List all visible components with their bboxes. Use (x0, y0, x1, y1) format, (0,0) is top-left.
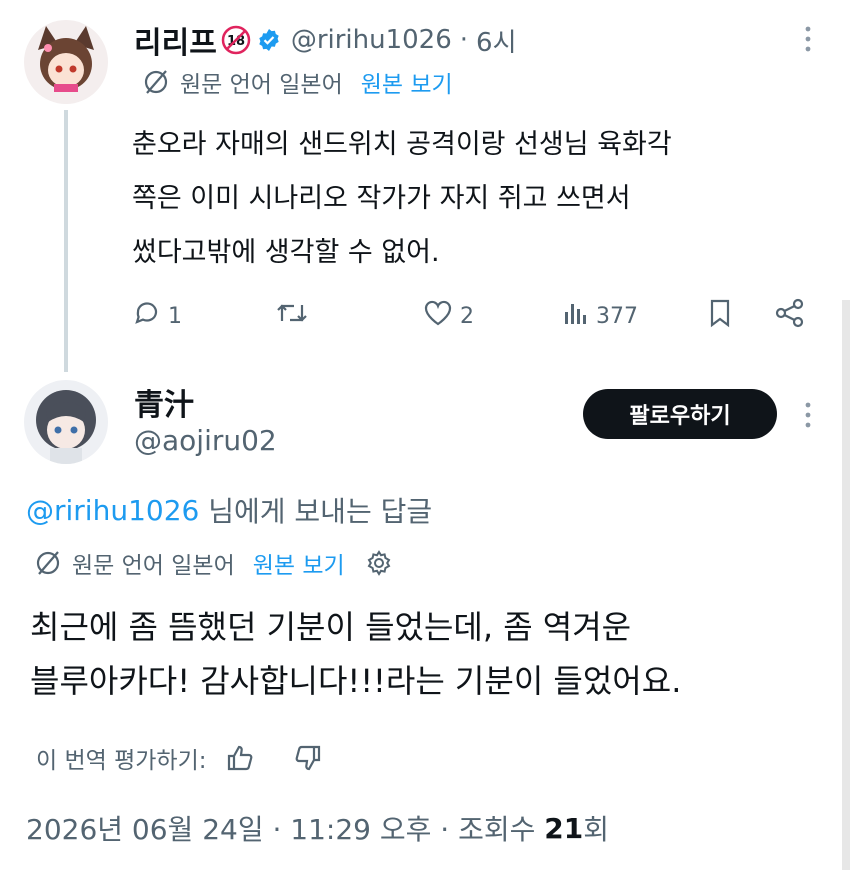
age-restriction-icon: 18 (221, 25, 251, 55)
bookmark-button[interactable] (706, 298, 734, 334)
thread-line (64, 110, 68, 372)
share-button[interactable] (774, 298, 806, 334)
tweet-text-line: 쪽은 이미 시나리오 작가가 자지 쥐고 쓰면서 (132, 183, 631, 214)
display-name[interactable]: 青汁 (134, 380, 194, 424)
tweet-text-line: 블루아카다! 감사합니다!!!라는 기분이 들었어요. (30, 662, 682, 700)
like-count: 2 (460, 303, 474, 329)
more-icon[interactable] (800, 22, 816, 56)
reply-to-suffix: 님에게 보내는 답글 (199, 495, 433, 528)
views-icon (562, 298, 590, 334)
rate-translation-label: 이 번역 평가하기: (36, 748, 207, 774)
tweet2-body: 최근에 좀 뜸했던 기분이 들었는데, 좀 역겨운 블루아카다! 감사합니다!!… (30, 600, 681, 708)
display-name[interactable]: 리리프 (134, 18, 217, 62)
like-button[interactable]: 2 (422, 298, 474, 334)
translation-note: 원문 언어 일본어 (72, 553, 235, 579)
settings-icon[interactable] (365, 549, 393, 577)
reply-context: @ririhu1026 님에게 보내는 답글 (26, 490, 432, 530)
timestamp[interactable]: 2026년 06월 24일 · 11:29 오후 · 조회수 (26, 808, 544, 848)
scrollbar[interactable] (842, 300, 850, 870)
tweet-text-line: 춘오라 자매의 샌드위치 공격이랑 선생님 육화각 (132, 129, 672, 160)
tweet1-header: 리리프 18 @ririhu1026 · 6시 (134, 18, 517, 62)
handle[interactable]: @ririhu1026 (291, 25, 452, 55)
handle[interactable]: @aojiru02 (134, 424, 277, 457)
retweet-icon (274, 298, 310, 334)
globe-slash-icon (142, 68, 170, 96)
tweet1-body: 춘오라 자매의 샌드위치 공격이랑 선생님 육화각 쪽은 이미 시나리오 작가가… (132, 118, 672, 280)
rate-translation-row: 이 번역 평가하기: (36, 740, 323, 776)
reply-to-handle[interactable]: @ririhu1026 (26, 494, 199, 527)
separator: · (459, 25, 469, 55)
views-button[interactable]: 377 (562, 298, 638, 334)
thumbs-down-icon[interactable] (293, 743, 323, 773)
views-count: 377 (596, 303, 638, 329)
view-original-link[interactable]: 원본 보기 (361, 65, 453, 99)
more-icon[interactable] (800, 398, 816, 432)
post-time[interactable]: 6시 (476, 22, 516, 59)
reply-button[interactable]: 1 (132, 298, 182, 334)
tweet-text-line: 썼다고밖에 생각할 수 없어. (132, 237, 440, 268)
globe-slash-icon (34, 549, 62, 577)
tweet2-timestamp: 2026년 06월 24일 · 11:29 오후 · 조회수 21 회 (26, 808, 609, 848)
avatar-ririhu[interactable] (24, 20, 108, 104)
view-original-link[interactable]: 원본 보기 (253, 546, 345, 580)
follow-button[interactable]: 팔로우하기 (583, 389, 777, 439)
share-icon (774, 298, 806, 334)
tweet2-translation-row: 원문 언어 일본어 원본 보기 (34, 545, 393, 581)
thumbs-up-icon[interactable] (225, 743, 255, 773)
avatar-aojiru[interactable] (24, 380, 108, 464)
retweet-button[interactable] (274, 298, 310, 334)
view-unit: 회 (583, 813, 610, 846)
reply-count: 1 (168, 303, 182, 329)
view-count: 21 (544, 811, 584, 845)
reply-icon (132, 298, 162, 334)
verified-badge-icon (257, 28, 281, 52)
tweet1-translation-row: 원문 언어 일본어 원본 보기 (142, 64, 453, 100)
tweet-text-line: 최근에 좀 뜸했던 기분이 들었는데, 좀 역겨운 (30, 608, 632, 646)
translation-note: 원문 언어 일본어 (180, 72, 343, 98)
bookmark-icon (706, 298, 734, 334)
like-icon (422, 298, 454, 334)
